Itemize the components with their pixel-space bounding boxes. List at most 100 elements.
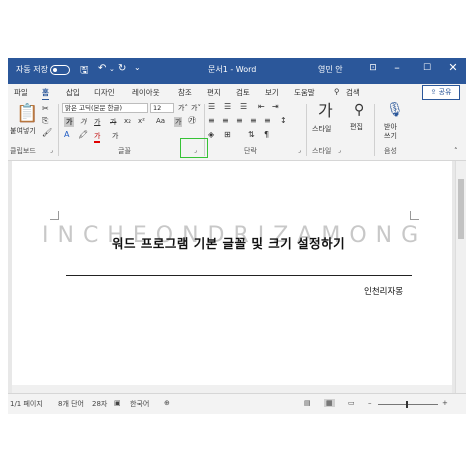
clipboard-launcher-icon[interactable]: ⌟ (50, 146, 53, 156)
font-size-box[interactable]: 12 (150, 103, 174, 113)
styles-icon[interactable]: 가 (318, 102, 333, 120)
close-icon[interactable]: ✕ (444, 61, 462, 74)
tab-help[interactable]: 도움말 (294, 87, 315, 98)
change-case-button[interactable]: Aa (156, 117, 165, 125)
clear-format-button[interactable]: 가 (174, 117, 183, 127)
copy-icon[interactable]: ⎘ (42, 116, 48, 126)
text-effects-icon[interactable]: A (64, 130, 69, 140)
tab-layout[interactable]: 레이아웃 (132, 87, 160, 98)
customize-icon[interactable]: ⌄ (134, 63, 141, 72)
undo-dropdown-icon[interactable]: ⌄ (109, 65, 115, 73)
distribute-icon[interactable]: ≡ (264, 116, 271, 126)
document-heading[interactable]: 워드 프로그램 기본 글꼴 및 크기 설정하기 (112, 233, 345, 252)
page-count[interactable]: 1/1 페이지 (10, 399, 43, 409)
tab-view[interactable]: 보기 (265, 87, 279, 98)
zoom-slider[interactable] (378, 404, 438, 405)
user-name[interactable]: 영민 안 (318, 64, 343, 75)
editing-label[interactable]: 편집 (350, 122, 363, 132)
find-icon[interactable]: ⚲ (354, 102, 364, 118)
document-author[interactable]: 인천리자몽 (364, 285, 403, 297)
vertical-scrollbar[interactable] (455, 161, 466, 393)
undo-icon[interactable]: ↶ (98, 63, 106, 74)
underline-button[interactable]: 가 (94, 117, 100, 127)
enclose-char-icon[interactable]: ㉮ (188, 116, 196, 126)
share-button[interactable]: ⇪ 공유 (422, 85, 460, 100)
format-painter-icon[interactable]: 🖌 (42, 128, 52, 138)
read-mode-icon[interactable]: ▤ (304, 399, 311, 407)
align-right-icon[interactable]: ≡ (236, 116, 243, 126)
document-page[interactable]: INCHEONDRIZAMONG 워드 프로그램 기본 글꼴 및 크기 설정하기… (12, 161, 452, 393)
subscript-button[interactable]: x₂ (124, 117, 131, 125)
borders-icon[interactable]: ⊞ (224, 130, 231, 140)
autosave-toggle[interactable] (50, 65, 70, 75)
tab-review[interactable]: 검토 (236, 87, 250, 98)
align-left-icon[interactable]: ≡ (208, 116, 215, 126)
tab-insert[interactable]: 삽입 (66, 87, 80, 98)
zoom-in-icon[interactable]: + (442, 399, 448, 407)
numbering-icon[interactable]: ☰ (224, 102, 231, 112)
multilevel-list-icon[interactable]: ☰ (240, 102, 247, 112)
web-layout-icon[interactable]: ▭ (348, 399, 355, 407)
char-count[interactable]: 28자 (92, 399, 107, 409)
search-icon[interactable]: ⚲ (334, 87, 340, 96)
styles-label[interactable]: 스타일 (312, 124, 331, 134)
cut-icon[interactable]: ✂ (42, 104, 49, 114)
voice-group-label: 음성 (384, 147, 397, 155)
word-window: 자동 저장 🖫 ↶ ⌄ ↻ ⌄ 문서1 - Word 영민 안 ⊡ – ☐ ✕ … (8, 58, 466, 414)
justify-icon[interactable]: ≡ (250, 116, 257, 126)
maximize-icon[interactable]: ☐ (418, 63, 436, 73)
ribbon-display-icon[interactable]: ⊡ (364, 63, 382, 73)
font-group-label: 글꼴 (118, 147, 131, 155)
collapse-ribbon-icon[interactable]: ˄ (454, 146, 458, 156)
group-separator (306, 104, 307, 156)
clipboard-group-label: 클립보드 (10, 147, 36, 155)
strikethrough-button[interactable]: 가 (110, 117, 116, 127)
paste-icon[interactable]: 📋 (16, 104, 38, 124)
highlight-box (180, 138, 208, 158)
search-label[interactable]: 검색 (346, 87, 360, 98)
show-marks-icon[interactable]: ¶ (264, 130, 269, 140)
zoom-slider-knob[interactable] (406, 401, 408, 408)
tab-mailings[interactable]: 편지 (207, 87, 221, 98)
grow-font-button[interactable]: 가˄ (178, 103, 188, 113)
microphone-icon[interactable]: 🎙 (386, 102, 404, 118)
document-area: INCHEONDRIZAMONG 워드 프로그램 기본 글꼴 및 크기 설정하기… (8, 161, 466, 393)
autosave-label: 자동 저장 (16, 65, 48, 74)
line-spacing-icon[interactable]: ↕ (280, 116, 287, 126)
styles-launcher-icon[interactable]: ⌟ (338, 146, 341, 156)
ribbon-tabs: 파일 홈 삽입 디자인 레이아웃 참조 편지 검토 보기 도움말 ⚲ 검색 (8, 84, 466, 101)
print-layout-icon[interactable]: ▦ (324, 399, 335, 407)
tab-home[interactable]: 홈 (42, 87, 49, 101)
tab-design[interactable]: 디자인 (94, 87, 115, 98)
paragraph-launcher-icon[interactable]: ⌟ (298, 146, 301, 156)
status-bar: 1/1 페이지 8개 단어 28자 ▣ 한국어 ⊕ ▤ ▦ ▭ – + (8, 393, 466, 414)
shading-icon[interactable]: ◈ (208, 130, 214, 140)
accessibility-icon[interactable]: ⊕ (164, 399, 170, 407)
horizontal-scrollbar[interactable] (12, 385, 452, 393)
scrollbar-thumb[interactable] (458, 179, 464, 239)
redo-icon[interactable]: ↻ (118, 63, 126, 74)
increase-indent-icon[interactable]: ⇥ (272, 102, 279, 112)
shrink-font-button[interactable]: 가˅ (191, 103, 201, 113)
tab-file[interactable]: 파일 (14, 87, 28, 98)
sort-icon[interactable]: ⇅ (248, 130, 255, 140)
phonetic-button[interactable]: 가 (112, 131, 118, 141)
highlight-icon[interactable]: 🖍 (78, 130, 88, 140)
italic-button[interactable]: 가 (80, 117, 86, 127)
decrease-indent-icon[interactable]: ⇤ (258, 102, 265, 112)
font-color-button[interactable]: 가 (94, 131, 101, 143)
tab-references[interactable]: 참조 (178, 87, 192, 98)
minimize-icon[interactable]: – (388, 61, 406, 74)
bullets-icon[interactable]: ☰ (208, 102, 215, 112)
dictate-label-2[interactable]: 쓰기 (384, 131, 397, 141)
align-center-icon[interactable]: ≡ (222, 116, 229, 126)
paste-label[interactable]: 붙여넣기 (10, 126, 36, 136)
proofing-icon[interactable]: ▣ (114, 399, 121, 407)
superscript-button[interactable]: x² (138, 117, 145, 125)
word-count[interactable]: 8개 단어 (58, 399, 84, 409)
font-name-box[interactable]: 맑은 고딕(본문 한글) (62, 103, 148, 113)
save-icon[interactable]: 🖫 (80, 63, 89, 80)
zoom-out-icon[interactable]: – (368, 399, 372, 407)
language-status[interactable]: 한국어 (130, 399, 149, 409)
bold-button[interactable]: 가 (64, 117, 75, 127)
